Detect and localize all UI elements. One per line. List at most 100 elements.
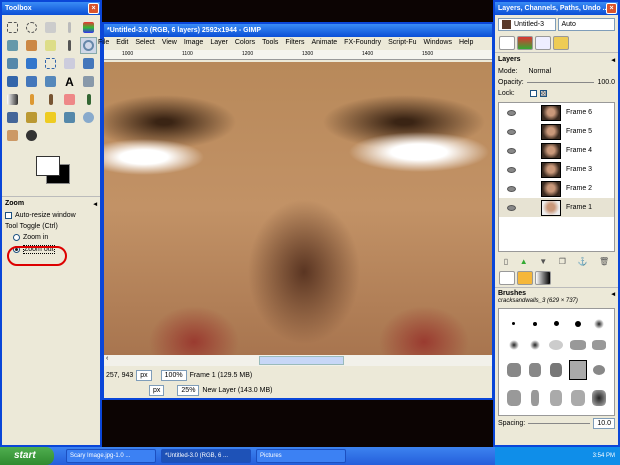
scissors-tool[interactable] [4, 37, 21, 54]
tab-layers-icon[interactable] [499, 36, 515, 50]
horizontal-ruler[interactable]: 1000 1100 1200 1300 1400 1500 [104, 50, 492, 60]
brush[interactable] [549, 339, 564, 350]
layer-row[interactable]: Frame 3 [499, 160, 614, 179]
scrollbar-thumb[interactable] [259, 356, 344, 365]
ellipse-select-tool[interactable] [23, 19, 40, 36]
new-layer-icon[interactable]: ▯ [504, 257, 508, 266]
menu-select[interactable]: Select [135, 39, 154, 48]
bucket-fill-tool[interactable] [80, 73, 97, 90]
flip-tool[interactable] [42, 73, 59, 90]
image-selector[interactable]: Untitled-3 [498, 18, 556, 31]
layer-row[interactable]: Frame 2 [499, 179, 614, 198]
image-canvas[interactable] [104, 62, 492, 355]
layer-row[interactable]: Frame 6 [499, 103, 614, 122]
eye-icon[interactable] [507, 147, 516, 154]
menu-colors[interactable]: Colors [235, 39, 255, 48]
mode-dropdown[interactable]: Normal [528, 68, 615, 75]
layer-row-selected[interactable]: Frame 1 [499, 198, 614, 217]
brush[interactable] [550, 389, 563, 406]
brush[interactable] [592, 389, 607, 406]
pencil-tool[interactable] [23, 91, 40, 108]
measure-tool[interactable] [4, 55, 21, 72]
brush-grid[interactable] [498, 308, 615, 416]
clone-tool[interactable] [23, 109, 40, 126]
start-button[interactable]: start [0, 447, 54, 465]
menu-image[interactable]: Image [184, 39, 203, 48]
lock-alpha-checkbox[interactable] [539, 90, 547, 97]
brush[interactable] [553, 321, 559, 326]
menu-layer[interactable]: Layer [210, 39, 228, 48]
eye-icon[interactable] [507, 204, 516, 211]
rect-select-tool[interactable] [4, 19, 21, 36]
brush[interactable] [592, 339, 607, 350]
taskbar-item-active[interactable]: *Untitled-3.0 (RGB, 6 ... [161, 449, 251, 463]
tab-gradients-icon[interactable] [535, 271, 551, 285]
move-tool[interactable] [23, 55, 40, 72]
color-picker-tool[interactable] [61, 37, 78, 54]
horizontal-scrollbar[interactable]: ‹ [104, 355, 492, 366]
airbrush-tool[interactable] [80, 91, 97, 108]
menu-fx-foundry[interactable]: FX-Foundry [344, 39, 381, 48]
menu-script-fu[interactable]: Script-Fu [388, 39, 416, 48]
heal-tool[interactable] [42, 109, 59, 126]
delete-icon[interactable]: 🗑 [599, 257, 609, 266]
text-tool[interactable]: A [61, 73, 78, 90]
image-titlebar[interactable]: *Untitled-3.0 (RGB, 6 layers) 2592x1944 … [104, 24, 492, 37]
dock-titlebar[interactable]: Layers, Channels, Paths, Undo ... × [495, 2, 618, 15]
tab-patterns-icon[interactable] [517, 271, 533, 285]
auto-resize-checkbox[interactable] [5, 212, 12, 219]
free-select-tool[interactable] [42, 19, 59, 36]
fuzzy-select-tool[interactable] [61, 19, 78, 36]
eye-icon[interactable] [507, 185, 516, 192]
brush[interactable] [506, 389, 521, 406]
brush[interactable] [529, 362, 542, 377]
tab-paths-icon[interactable] [535, 36, 551, 50]
menu-view[interactable]: View [162, 39, 177, 48]
brush[interactable] [594, 318, 605, 329]
unit-dropdown[interactable]: px [136, 369, 152, 381]
brush[interactable] [508, 339, 519, 350]
menu-file[interactable]: File [98, 39, 109, 48]
shear-tool[interactable] [4, 73, 21, 90]
toolbox-titlebar[interactable]: Toolbox × [2, 2, 100, 15]
foreground-color[interactable] [36, 156, 60, 176]
perspective-clone-tool[interactable] [61, 109, 78, 126]
brush[interactable] [569, 339, 586, 350]
auto-button[interactable]: Auto [557, 18, 615, 31]
opacity-value[interactable]: 100.0 [597, 79, 615, 86]
brush[interactable] [531, 389, 540, 406]
zoom-in-radio[interactable] [13, 234, 20, 241]
close-icon[interactable]: × [88, 3, 99, 14]
tab-brushes-icon[interactable] [499, 271, 515, 285]
brush[interactable] [533, 321, 538, 326]
menu-arrow-icon[interactable]: ◂ [93, 200, 97, 208]
anchor-icon[interactable]: ⚓ [577, 257, 587, 266]
tab-undo-icon[interactable] [553, 36, 569, 50]
tab-channels-icon[interactable] [517, 36, 533, 50]
dodge-burn-tool[interactable] [23, 127, 40, 144]
layer-row[interactable]: Frame 5 [499, 122, 614, 141]
eye-icon[interactable] [507, 128, 516, 135]
unit-dropdown[interactable]: px [149, 385, 165, 396]
paths-tool[interactable] [42, 37, 59, 54]
menu-edit[interactable]: Edit [116, 39, 128, 48]
menu-windows[interactable]: Windows [424, 39, 452, 48]
foreground-select-tool[interactable] [23, 37, 40, 54]
spacing-slider[interactable] [528, 423, 591, 424]
layer-row[interactable]: Frame 4 [499, 141, 614, 160]
zoom-dropdown[interactable]: 25% [177, 385, 200, 396]
blur-tool[interactable] [80, 109, 97, 126]
rotate-tool[interactable] [61, 55, 78, 72]
spacing-value[interactable]: 10.0 [593, 418, 615, 429]
smudge-tool[interactable] [4, 127, 21, 144]
menu-animate[interactable]: Animate [311, 39, 337, 48]
color-swatches[interactable] [2, 152, 100, 192]
menu-help[interactable]: Help [459, 39, 473, 48]
color-select-tool[interactable] [80, 19, 97, 36]
taskbar-item[interactable]: Scary Image.jpg-1.0 ... [66, 449, 156, 463]
close-icon[interactable]: × [606, 3, 617, 14]
eraser-tool[interactable] [61, 91, 78, 108]
brush[interactable] [593, 364, 606, 375]
eye-icon[interactable] [507, 109, 516, 116]
lock-pixels-checkbox[interactable] [529, 90, 537, 97]
